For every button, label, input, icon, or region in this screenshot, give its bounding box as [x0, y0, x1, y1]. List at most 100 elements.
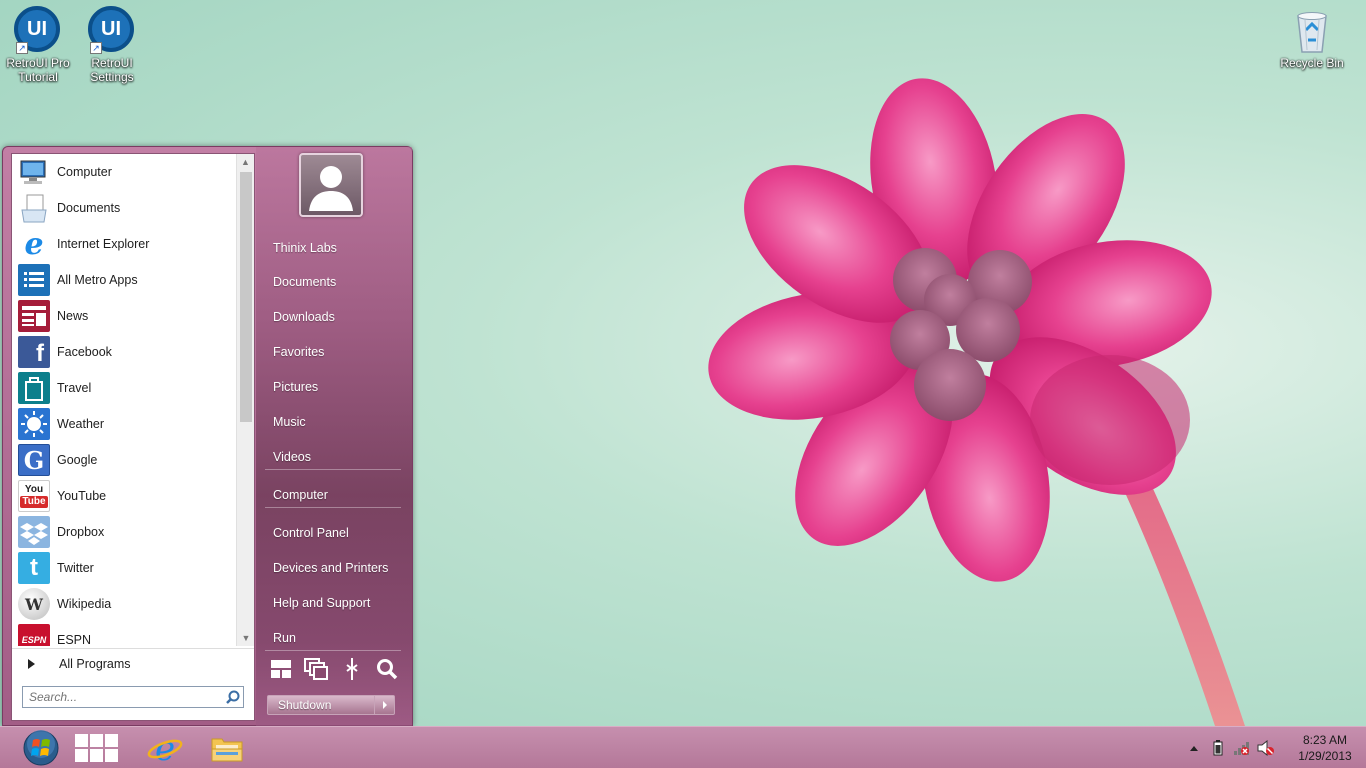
place-item-devices-and-printers[interactable]: Devices and Printers	[261, 553, 407, 583]
program-item-weather[interactable]: Weather	[12, 406, 236, 442]
start-menu-toolbar	[267, 655, 401, 685]
program-label: Facebook	[57, 345, 112, 359]
program-list: Computer Documents e Internet Explorer A…	[12, 154, 236, 646]
metro-start-button[interactable]	[70, 729, 124, 767]
start-search-box[interactable]	[22, 686, 244, 708]
program-item-google[interactable]: G Google	[12, 442, 236, 478]
all-programs-button[interactable]: All Programs	[12, 648, 254, 678]
search-icon[interactable]	[223, 687, 243, 707]
program-label: Weather	[57, 417, 105, 431]
program-label: Dropbox	[57, 525, 105, 539]
program-item-dropbox[interactable]: Dropbox	[12, 514, 236, 550]
windows-overlap-icon	[304, 658, 329, 680]
volume-button[interactable]	[1255, 737, 1277, 759]
taskbar: e 8:23 AM 1/29/2013	[0, 726, 1366, 768]
shutdown-options-button[interactable]	[375, 695, 395, 715]
menu-separator	[265, 650, 401, 651]
all-programs-label: All Programs	[59, 656, 131, 671]
shutdown-button[interactable]: Shutdown	[267, 695, 375, 715]
place-item-videos[interactable]: Videos	[261, 442, 407, 472]
program-list-scrollbar[interactable]: ▲ ▼	[236, 154, 254, 646]
documents-icon	[21, 194, 47, 223]
desktop-icon-label: RetroUI Settings	[90, 56, 134, 84]
clock-time: 8:23 AM	[1302, 733, 1348, 747]
place-item-documents[interactable]: Documents	[261, 267, 407, 297]
program-label: Internet Explorer	[57, 237, 150, 251]
internet-explorer-icon: e	[147, 731, 183, 765]
program-label: Google	[57, 453, 98, 467]
shortcut-arrow-icon: ↗	[16, 42, 28, 54]
show-hidden-icons-button[interactable]	[1183, 737, 1205, 759]
program-item-all-metro-apps[interactable]: All Metro Apps	[12, 262, 236, 298]
tiles-icon	[75, 734, 118, 762]
program-item-news[interactable]: News	[12, 298, 236, 334]
program-item-computer[interactable]: Computer	[12, 154, 236, 190]
dropbox-icon	[18, 516, 50, 548]
program-item-youtube[interactable]: You Tube YouTube	[12, 478, 236, 514]
scroll-down-icon[interactable]: ▼	[237, 630, 255, 646]
program-label: YouTube	[57, 489, 107, 503]
taskbar-clock[interactable]: 8:23 AM 1/29/2013	[1284, 732, 1366, 764]
place-item-computer[interactable]: Computer	[261, 480, 407, 510]
scrollbar-thumb[interactable]	[240, 172, 252, 422]
desktop-icon-recycle-bin[interactable]: Recycle Bin	[1274, 2, 1350, 70]
facebook-icon: f	[18, 336, 50, 368]
place-item-help-and-support[interactable]: Help and Support	[261, 588, 407, 618]
clock-date: 1/29/2013	[1298, 749, 1352, 763]
place-item-thinix-labs[interactable]: Thinix Labs	[261, 233, 407, 263]
taskbar-internet-explorer[interactable]: e	[138, 729, 192, 767]
place-item-run[interactable]: Run	[261, 623, 407, 653]
switch-windows-button[interactable]	[302, 655, 330, 683]
program-item-espn[interactable]: ESPN ESPN	[12, 622, 236, 646]
place-item-music[interactable]: Music	[261, 407, 407, 437]
chevron-right-icon	[382, 701, 387, 709]
expand-arrow-icon	[28, 658, 35, 669]
youtube-icon: You Tube	[18, 480, 50, 512]
start-menu: Computer Documents e Internet Explorer A…	[2, 146, 413, 727]
place-item-favorites[interactable]: Favorites	[261, 337, 407, 367]
search-input[interactable]	[23, 687, 223, 707]
user-avatar[interactable]	[299, 153, 363, 217]
menu-separator	[265, 507, 401, 508]
folder-icon	[211, 738, 243, 762]
wikipedia-icon: W	[18, 588, 50, 620]
program-label: Computer	[57, 165, 112, 179]
desktop-icon-retroui-settings[interactable]: UI ↗ RetroUI Settings	[74, 2, 150, 84]
metro-layout-button[interactable]	[267, 655, 295, 683]
travel-icon	[18, 372, 50, 404]
battery-status-button[interactable]	[1207, 737, 1229, 759]
start-button[interactable]	[14, 729, 68, 767]
program-item-twitter[interactable]: t Twitter	[12, 550, 236, 586]
system-tray: 8:23 AM 1/29/2013	[1182, 727, 1366, 768]
program-label: Wikipedia	[57, 597, 112, 611]
menu-separator	[265, 469, 401, 470]
computer-icon	[20, 160, 46, 184]
desktop-icon-retroui-tutorial[interactable]: UI ↗ RetroUI Pro Tutorial	[0, 2, 76, 84]
start-menu-programs-pane: Computer Documents e Internet Explorer A…	[11, 153, 255, 721]
program-label: News	[57, 309, 89, 323]
place-item-control-panel[interactable]: Control Panel	[261, 518, 407, 548]
program-item-travel[interactable]: Travel	[12, 370, 236, 406]
shortcut-arrow-icon: ↗	[90, 42, 102, 54]
split-arrows-icon	[346, 658, 358, 680]
program-item-internet-explorer[interactable]: e Internet Explorer	[12, 226, 236, 262]
scroll-up-icon[interactable]: ▲	[237, 154, 254, 170]
taskbar-file-explorer[interactable]	[200, 729, 254, 767]
place-item-downloads[interactable]: Downloads	[261, 302, 407, 332]
volume-muted-icon	[1257, 740, 1274, 756]
weather-icon	[18, 408, 50, 440]
recycle-bin-icon	[1297, 12, 1327, 53]
start-menu-places-pane: Thinix Labs Documents Downloads Favorite…	[261, 153, 407, 721]
user-silhouette-icon	[309, 166, 353, 211]
espn-icon: ESPN	[18, 624, 50, 646]
program-label: Twitter	[57, 561, 94, 575]
place-item-pictures[interactable]: Pictures	[261, 372, 407, 402]
shutdown-group: Shutdown	[267, 695, 395, 715]
news-icon	[18, 300, 50, 332]
program-item-facebook[interactable]: f Facebook	[12, 334, 236, 370]
snap-split-button[interactable]	[338, 655, 366, 683]
network-status-button[interactable]	[1231, 737, 1253, 759]
search-button[interactable]	[373, 655, 401, 683]
program-item-documents[interactable]: Documents	[12, 190, 236, 226]
program-item-wikipedia[interactable]: W Wikipedia	[12, 586, 236, 622]
